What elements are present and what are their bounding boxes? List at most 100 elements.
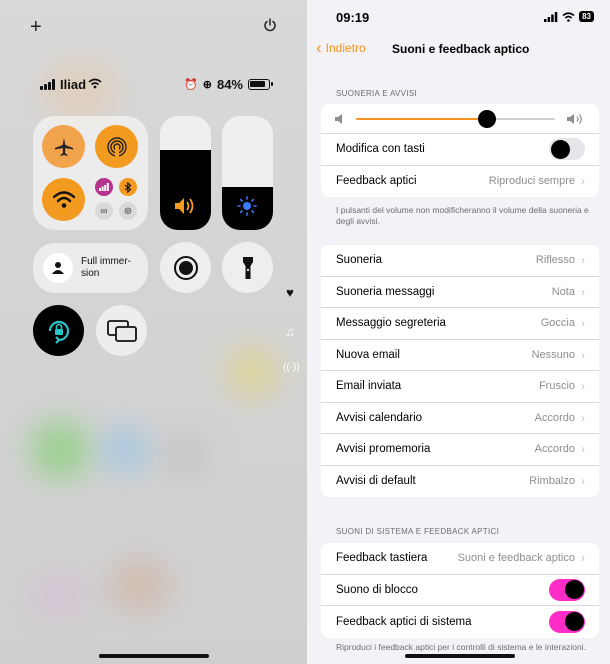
cellular-data-button[interactable] [95,178,113,196]
sound-row-value: Nota [551,285,575,298]
keyboard-feedback-row[interactable]: Feedback tastiera Suoni e feedback aptic… [321,543,599,575]
sounds-group: Suoneria Riflesso › Suoneria messaggi Nota › M… [321,245,599,497]
ringer-volume-fill [356,118,488,120]
rotation-lock-button[interactable] [33,305,84,356]
blurred-app-icon [110,560,170,610]
speaker-high-icon [567,114,582,124]
sound-row-label: Email inviata [336,380,402,393]
sound-row-value: Rimbalzo [529,475,575,488]
battery-percent: 84% [216,77,243,92]
haptics-label: Feedback aptici [336,175,417,188]
sound-row-value: Nessuno [531,348,575,361]
speaker-low-icon [335,114,342,124]
home-indicator[interactable] [405,654,515,658]
sound-row[interactable]: Suoneria Riflesso › [321,245,599,277]
cellular-signal-icon [40,79,57,90]
sound-row[interactable]: Suoneria messaggi Nota › [321,277,599,308]
screenshot-root: + Iliad ⏰ ⊕ 84% ∞ ⊛ Full immer- sion ♥ ♫… [0,0,610,664]
alarm-icon: ⏰ [184,79,198,91]
sound-row-label: Nuova email [336,348,400,361]
plus-icon[interactable]: + [30,16,42,39]
control-center-status-bar: Iliad ⏰ ⊕ 84% [40,77,273,93]
back-button[interactable]: ‹ Indietro [316,38,366,57]
sound-row-label: Suoneria messaggi [336,285,435,298]
ringer-volume-row [321,104,599,134]
music-note-icon[interactable]: ♫ [283,324,297,339]
flashlight-button[interactable] [222,242,273,293]
control-center: + Iliad ⏰ ⊕ 84% ∞ ⊛ Full immer- sion ♥ ♫… [0,0,307,664]
change-with-buttons-toggle[interactable] [549,138,585,161]
focus-button[interactable]: Full immer- sion [33,243,148,293]
rotation-lock-icon [48,320,69,344]
back-label: Indietro [325,41,366,55]
screen-mirroring-button[interactable] [96,305,147,356]
ringer-volume-slider[interactable] [356,110,555,128]
cellular-signal-icon [544,11,558,22]
link-button[interactable]: ∞ [95,202,113,220]
chevron-right-icon: › [581,347,585,362]
lock-sound-toggle[interactable] [549,578,585,601]
battery-icon: 83 [579,11,594,22]
screen-record-button[interactable] [160,242,211,293]
haptics-row[interactable]: Feedback aptici Riproduci sempre › [321,166,599,198]
sound-row-value: Accordo [534,411,575,424]
chevron-right-icon: › [581,174,585,189]
chevron-right-icon: › [581,474,585,489]
sound-row[interactable]: Email inviata Fruscio › [321,371,599,403]
keyboard-feedback-label: Feedback tastiera [336,552,428,565]
ringer-volume-knob[interactable] [478,110,497,128]
navigation-bar: ‹ Indietro Suoni e feedback aptico [307,38,610,60]
sound-row[interactable]: Messaggio segreteria Goccia › [321,308,599,340]
sound-row-label: Avvisi di default [336,475,416,488]
chevron-right-icon: › [581,284,585,299]
section-header-system: SUONI DI SISTEMA E FEEDBACK APTICI [336,527,500,536]
connectivity-tile: ∞ ⊛ [33,116,148,230]
vpn-button[interactable]: ⊛ [119,202,137,220]
system-haptics-toggle[interactable] [549,610,585,633]
haptics-value: Riproduci sempre [488,175,575,188]
ringer-group: Modifica con tasti Feedback aptici Ripro… [321,104,599,197]
link-icon: ∞ [100,205,108,217]
wifi-button[interactable] [42,178,85,221]
chevron-right-icon: › [581,316,585,331]
flashlight-icon [242,256,253,279]
volume-slider[interactable] [160,116,211,230]
person-icon [43,253,73,283]
status-bar: 09:19 83 [307,10,610,26]
change-with-buttons-label: Modifica con tasti [336,143,425,156]
status-time: 09:19 [336,10,370,25]
change-with-buttons-row: Modifica con tasti [321,134,599,166]
airdrop-icon [106,136,127,157]
sound-row-label: Avvisi promemoria [336,443,431,456]
chevron-right-icon: › [581,551,585,566]
airplane-icon [54,137,73,156]
ringer-footnote: I pulsanti del volume non modificheranno… [336,205,589,226]
sound-row[interactable]: Avvisi calendario Accordo › [321,403,599,434]
antenna-icon[interactable]: ((·)) [283,362,300,373]
heart-icon[interactable]: ♥ [283,285,297,300]
settings-screen: 09:19 83 ‹ Indietro Suoni e feedback apt… [307,0,610,664]
blurred-app-icon [30,420,90,480]
airplane-mode-button[interactable] [42,125,85,168]
chevron-right-icon: › [581,253,585,268]
sound-row[interactable]: Avvisi promemoria Accordo › [321,434,599,466]
chevron-right-icon: › [581,410,585,425]
wifi-icon [88,78,102,89]
brightness-slider[interactable] [222,116,273,230]
speaker-icon [175,198,194,214]
sound-row[interactable]: Avvisi di default Rimbalzo › [321,466,599,498]
page-title: Suoni e feedback aptico [392,42,530,56]
bluetooth-button[interactable] [119,178,137,196]
airdrop-button[interactable] [95,125,138,168]
section-header-ringer: SUONERIA E AVVISI [336,89,417,98]
sound-row[interactable]: Nuova email Nessuno › [321,340,599,371]
rotation-lock-status-icon: ⊕ [202,79,212,91]
blurred-app-icon [30,570,90,620]
carrier-name: Iliad [60,77,87,92]
status-right: ⏰ ⊕ 84% [184,77,273,92]
power-icon[interactable] [263,18,277,32]
home-indicator[interactable] [99,654,209,658]
chevron-left-icon: ‹ [316,38,322,57]
focus-label: Full immer- sion [81,256,131,279]
record-icon [173,255,198,280]
